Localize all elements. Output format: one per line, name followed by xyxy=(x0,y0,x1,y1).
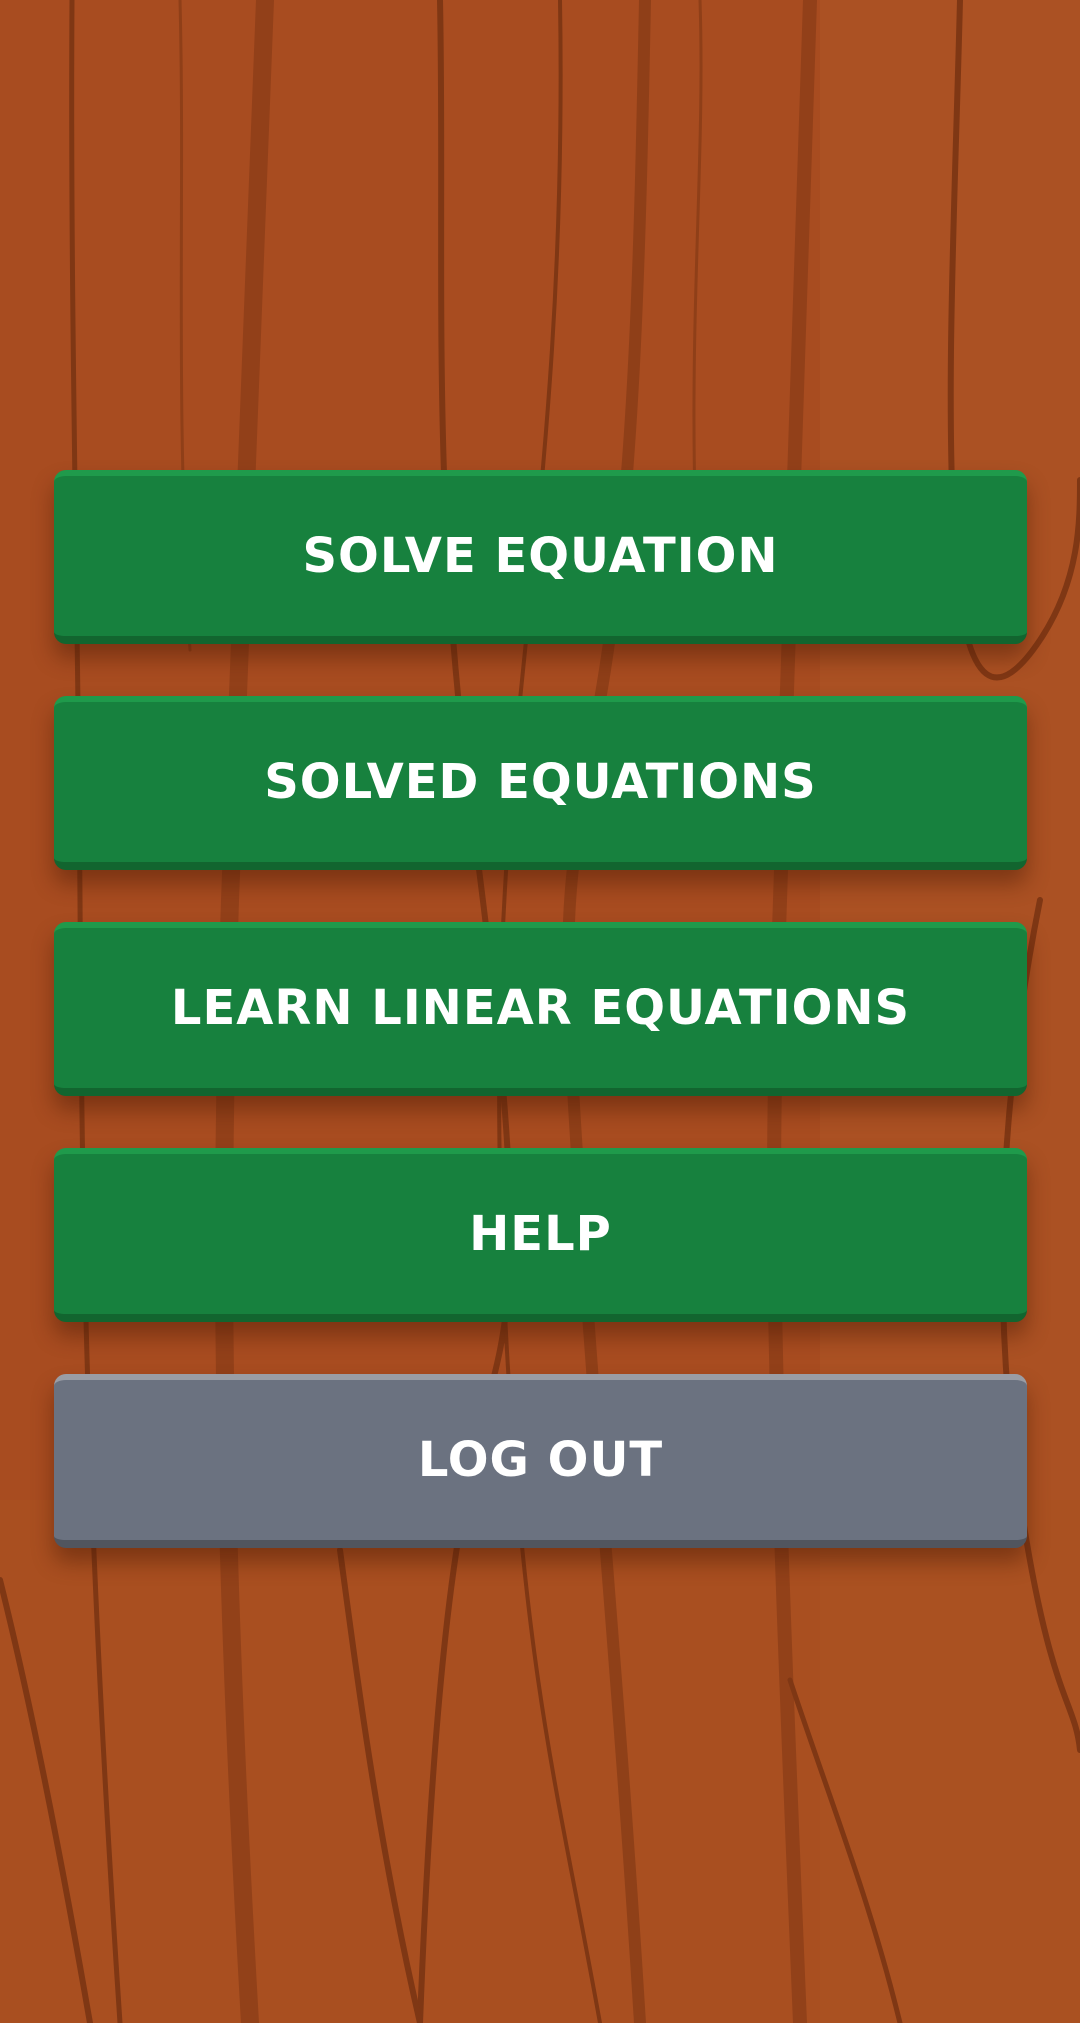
solve-equation-button[interactable]: SOLVE EQUATION xyxy=(54,470,1027,644)
help-label: HELP xyxy=(469,1206,612,1262)
learn-linear-equations-button[interactable]: LEARN LINEAR EQUATIONS xyxy=(54,922,1027,1096)
solved-equations-label: SOLVED EQUATIONS xyxy=(264,754,817,810)
help-button[interactable]: HELP xyxy=(54,1148,1027,1322)
log-out-label: LOG OUT xyxy=(417,1432,664,1488)
solve-equation-label: SOLVE EQUATION xyxy=(302,528,779,584)
log-out-button[interactable]: LOG OUT xyxy=(54,1374,1027,1548)
learn-linear-equations-label: LEARN LINEAR EQUATIONS xyxy=(170,980,911,1036)
main-menu: SOLVE EQUATION SOLVED EQUATIONS LEARN LI… xyxy=(54,470,1027,1600)
solved-equations-button[interactable]: SOLVED EQUATIONS xyxy=(54,696,1027,870)
